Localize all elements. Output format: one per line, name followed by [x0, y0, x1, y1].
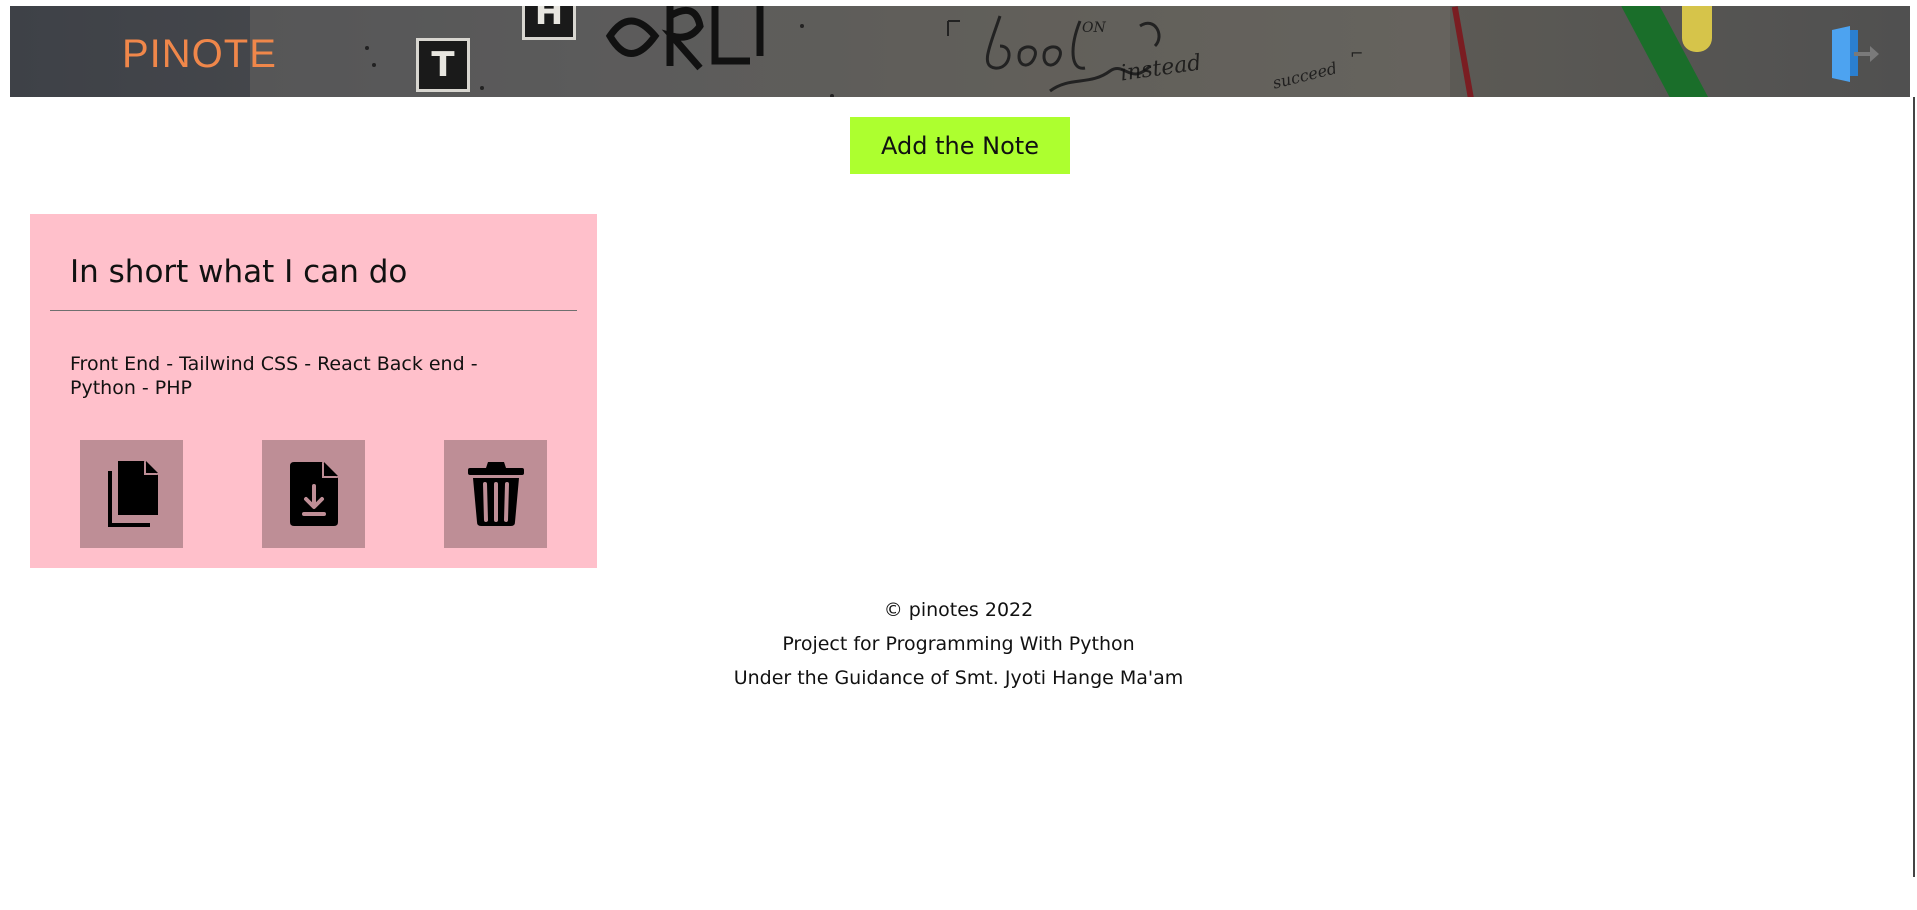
footer-copyright: © pinotes 2022	[883, 599, 1034, 621]
brand-logo[interactable]: PINOTE	[122, 32, 277, 77]
window-edge	[1913, 97, 1915, 877]
note-title: In short what I can do	[70, 254, 408, 290]
decor-script-on: ON	[1082, 20, 1106, 36]
delete-note-button[interactable]	[444, 440, 547, 548]
trash-icon	[467, 462, 524, 526]
page: T H ON instead succeed ⌐ PINOTE Add the …	[0, 0, 1917, 910]
decor-letter-tile: H	[522, 6, 576, 40]
decor-dot	[800, 24, 804, 28]
footer: © pinotes 2022 Project for Programming W…	[0, 596, 1917, 698]
add-note-button[interactable]: Add the Note	[850, 117, 1070, 174]
note-body: Front End - Tailwind CSS - React Back en…	[70, 353, 478, 399]
decor-dot	[480, 86, 484, 90]
footer-guidance: Under the Guidance of Smt. Jyoti Hange M…	[733, 667, 1184, 689]
decor-dot	[830, 94, 834, 97]
logout-button[interactable]	[1828, 26, 1880, 82]
decor-lettering	[605, 6, 764, 71]
copy-note-button[interactable]	[80, 440, 183, 548]
download-file-icon	[289, 462, 338, 526]
note-card: In short what I can do Front End - Tailw…	[30, 214, 597, 568]
note-divider	[50, 310, 577, 311]
logout-door-icon	[1832, 26, 1879, 82]
footer-project: Project for Programming With Python	[782, 633, 1135, 655]
decor-marker	[1451, 6, 1475, 97]
decor-letter-tile: T	[416, 38, 470, 92]
download-note-button[interactable]	[262, 440, 365, 548]
decor-script-mark: ⌐	[1350, 44, 1364, 63]
decor-dot	[365, 46, 369, 50]
decor-dot	[372, 63, 376, 67]
copy-icon	[107, 461, 158, 527]
header-banner: T H ON instead succeed ⌐ PINOTE	[10, 6, 1910, 97]
decor-marker	[1682, 6, 1712, 52]
